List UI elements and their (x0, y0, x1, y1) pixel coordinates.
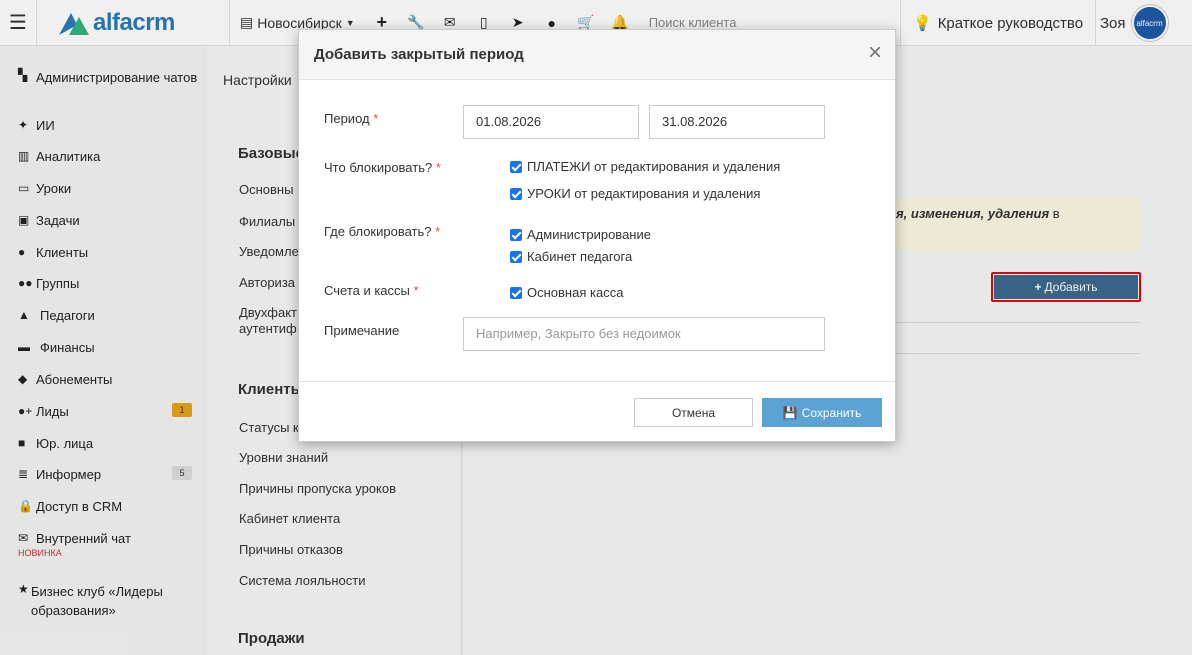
closed-period-dialog: Добавить закрытый период × Период * 01.0… (298, 29, 896, 442)
where-label-text: Где блокировать? (324, 224, 432, 239)
what-label: Что блокировать? * (324, 160, 441, 175)
close-icon[interactable]: × (865, 41, 885, 66)
save-button[interactable]: 💾 Сохранить (762, 398, 882, 427)
cancel-button[interactable]: Отмена (634, 398, 753, 427)
checkbox-checked[interactable] (510, 187, 522, 200)
checkbox-label: Основная касса (527, 285, 624, 300)
required-mark: * (373, 111, 379, 126)
checkbox-checked[interactable] (510, 228, 522, 241)
checkbox-label: УРОКИ от редактирования и удаления (527, 186, 761, 201)
main-cashbox-checkbox[interactable]: Основная касса (510, 285, 623, 300)
note-label: Примечание (324, 323, 400, 338)
accounts-label: Счета и кассы * (324, 283, 419, 298)
checkbox-label: Кабинет педагога (527, 249, 633, 264)
block-payments-checkbox[interactable]: ПЛАТЕЖИ от редактирования и удаления (510, 159, 780, 174)
checkbox-checked[interactable] (510, 250, 522, 263)
period-label: Период * (324, 111, 378, 126)
required-mark: * (435, 224, 441, 239)
dialog-header: Добавить закрытый период × (299, 30, 895, 80)
checkbox-label: Администрирование (527, 227, 651, 242)
checkbox-checked[interactable] (510, 286, 522, 299)
save-button-label: Сохранить (801, 405, 862, 420)
accounts-label-text: Счета и кассы (324, 283, 410, 298)
required-mark: * (435, 160, 441, 175)
period-from-input[interactable]: 01.08.2026 (463, 105, 639, 139)
dialog-title: Добавить закрытый период (314, 46, 524, 63)
checkbox-checked[interactable] (510, 160, 522, 173)
where-label: Где блокировать? * (324, 224, 440, 239)
what-label-text: Что блокировать? (324, 160, 433, 175)
required-mark: * (413, 283, 419, 298)
period-label-text: Период (324, 111, 370, 126)
block-lessons-checkbox[interactable]: УРОКИ от редактирования и удаления (510, 186, 760, 201)
checkbox-label: ПЛАТЕЖИ от редактирования и удаления (527, 159, 781, 174)
floppy-icon: 💾 (782, 405, 798, 420)
divider (299, 381, 895, 382)
note-input[interactable]: Например, Закрыто без недоимок (463, 317, 825, 351)
period-to-input[interactable]: 31.08.2026 (649, 105, 825, 139)
admin-checkbox[interactable]: Администрирование (510, 227, 651, 242)
teacher-cabinet-checkbox[interactable]: Кабинет педагога (510, 249, 632, 264)
